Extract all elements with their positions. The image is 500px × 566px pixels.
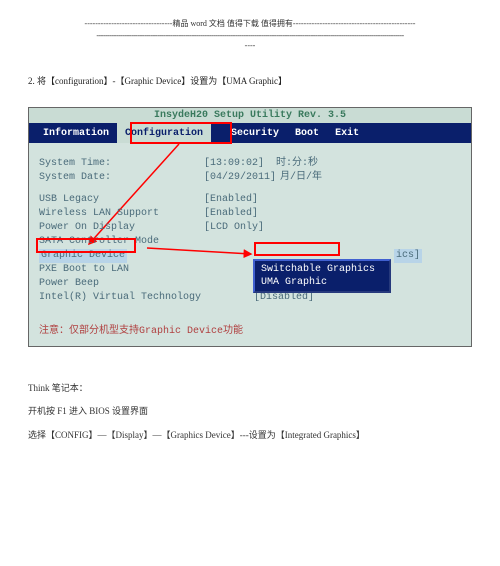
systime-value[interactable]: [13:09:02] [204,157,264,171]
tab-exit[interactable]: Exit [327,128,367,139]
tab-information[interactable]: Information [29,128,117,139]
wlan-value[interactable]: [Enabled] [204,207,258,221]
bios-tabs: Information Configuration Security Boot … [29,123,471,143]
tab-boot[interactable]: Boot [287,128,327,139]
usb-value[interactable]: [Enabled] [204,193,258,207]
dropdown-switchable[interactable]: Switchable Graphics [258,263,386,276]
bios-screenshot: InsydeH20 Setup Utility Rev. 3.5 Informa… [28,107,472,347]
header-line3: ---- [28,41,472,50]
pod-value[interactable]: [LCD Only] [204,221,264,235]
step-text: 2. 将【configuration】-【Graphic Device】设置为【… [28,74,472,87]
wlan-label: Wireless LAN Support [39,207,204,221]
powerbeep-label: Power Beep [39,277,204,291]
bios-body: System Time:[13:09:02] 时:分:秒 System Date:… [29,143,471,347]
sata-label: SATA Controller Mode [39,235,204,249]
pod-label: Power On Display [39,221,204,235]
header-line1: ---------------------------------精品 word… [28,18,472,29]
sysdate-label: System Date: [39,171,204,185]
header-line2: ----------------------------------------… [28,31,472,40]
graphic-device-dropdown[interactable]: Switchable Graphics UMA Graphic [253,259,391,293]
post-text: Think 笔记本： 开机按 F1 进入 BIOS 设置界面 选择【CONFIG… [28,377,472,447]
bios-note: 注意：仅部分机型支持Graphic Device功能 [39,321,461,337]
bios-title: InsydeH20 Setup Utility Rev. 3.5 [29,108,471,123]
post-line3: 选择【CONFIG】—【Display】—【Graphics Device】--… [28,424,472,447]
tab-security[interactable]: Security [223,128,287,139]
pxe-label: PXE Boot to LAN [39,263,204,277]
vt-label: Intel(R) Virtual Technology [39,291,239,305]
systime-label: System Time: [39,157,204,171]
sysdate-value[interactable]: [04/29/2011] [204,171,276,185]
graphic-device-label[interactable]: Graphic Device [39,249,127,263]
systime-note: 时:分:秒 [276,157,318,171]
vt-value[interactable]: [Disabled] [254,291,314,305]
doc-header: ---------------------------------精品 word… [28,18,472,50]
dropdown-uma[interactable]: UMA Graphic [258,276,386,289]
sysdate-note: 月/日/年 [280,171,322,185]
gd-trail: ics] [394,249,422,263]
tab-configuration[interactable]: Configuration [117,123,211,143]
usb-label: USB Legacy [39,193,204,207]
post-line2: 开机按 F1 进入 BIOS 设置界面 [28,400,472,423]
post-line1: Think 笔记本： [28,377,472,400]
